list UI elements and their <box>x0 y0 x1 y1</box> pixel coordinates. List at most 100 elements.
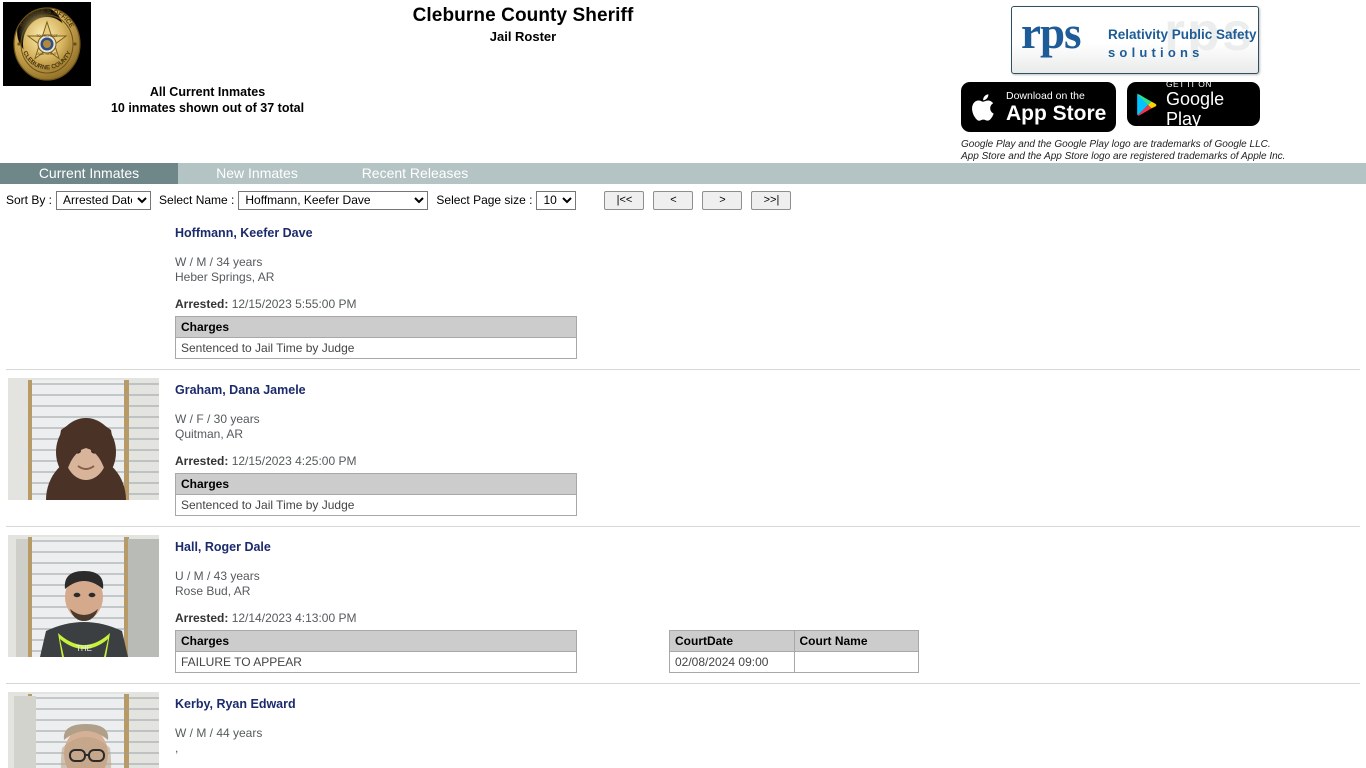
page-subtitle: Jail Roster <box>489 29 557 44</box>
mugshot-image[interactable] <box>8 692 159 768</box>
table-row: Sentenced to Jail Time by Judge <box>175 337 577 359</box>
charges-table: Charges FAILURE TO APPEAR <box>175 630 577 673</box>
mugshot-cell: THE <box>0 535 175 673</box>
page-header: SHERIFF'S OFFICE CLEBURNE COUNTY TO PROT… <box>0 0 1366 162</box>
charges-header: Charges <box>175 316 577 338</box>
trademark-line-2: App Store and the App Store logo are reg… <box>961 151 1286 162</box>
google-play-small-label: GET IT ON <box>1166 79 1212 89</box>
inmate-info: Kerby, Ryan EdwardW / M / 44 years,Arres… <box>175 692 1366 768</box>
inmate-info: Graham, Dana Jamele W / F / 30 years Quitm… <box>175 378 1366 516</box>
court-date-header: CourtDate <box>669 630 795 652</box>
inmate-name-link[interactable]: Hoffmann, Keefer Dave <box>175 226 313 241</box>
inmate-record: Hoffmann, Keefer Dave W / M / 34 years Heb… <box>0 213 1366 369</box>
record-tables: Charges FAILURE TO APPEAR CourtDate Court N… <box>175 630 1366 673</box>
arrested-label: Arrested: <box>175 454 229 468</box>
charge-cell: Sentenced to Jail Time by Judge <box>175 337 577 359</box>
inmate-record: Kerby, Ryan EdwardW / M / 44 years,Arres… <box>0 683 1366 768</box>
inmate-name-link[interactable]: Graham, Dana Jamele <box>175 383 306 398</box>
sort-by-select[interactable]: Arrested DateName <box>56 190 152 210</box>
page-title: Cleburne County Sheriff <box>412 5 634 26</box>
inmate-name-link[interactable]: Kerby, Ryan Edward <box>175 697 296 712</box>
inmate-record: THE Hall, Roger Dale U / M / 43 years Rose … <box>0 526 1366 683</box>
table-row: FAILURE TO APPEAR <box>175 651 577 673</box>
roster-scope-label: All Current Inmates <box>149 85 266 99</box>
inmate-info: Hall, Roger Dale U / M / 43 years Rose Bud… <box>175 535 1366 673</box>
inmate-count-block: All Current Inmates 10 inmates shown out… <box>0 84 415 116</box>
inmate-demographics: U / M / 43 years Rose Bud, AR <box>175 569 1366 598</box>
tab-current-inmates[interactable]: Current Inmates <box>0 163 178 184</box>
apple-logo-icon <box>972 93 994 121</box>
app-store-badge[interactable]: Download on the App Store <box>961 82 1116 132</box>
svg-text:THE: THE <box>76 644 92 653</box>
last-page-button[interactable]: >>| <box>751 190 792 210</box>
record-tables: Charges Sentenced to Jail Time by Judge <box>175 316 1366 359</box>
arrested-datetime: 12/15/2023 5:55:00 PM <box>231 297 357 311</box>
tab-new-inmates[interactable]: New Inmates <box>178 163 336 184</box>
google-play-text: GET IT ON Google Play <box>1166 79 1260 129</box>
inmate-roster-list: Hoffmann, Keefer Dave W / M / 34 years Heb… <box>0 213 1366 768</box>
select-name-label: Select Name : <box>159 193 235 207</box>
charge-cell: FAILURE TO APPEAR <box>175 651 577 673</box>
court-date-cell: 02/08/2024 09:00 <box>669 651 795 673</box>
mugshot-image[interactable] <box>8 378 159 500</box>
arrested-datetime: 12/15/2023 4:25:00 PM <box>231 454 357 468</box>
google-play-logo-icon <box>1137 93 1157 116</box>
record-tables: Charges Sentenced to Jail Time by Judge <box>175 473 1366 516</box>
jail-roster-page: SHERIFF'S OFFICE CLEBURNE COUNTY TO PROT… <box>0 0 1366 768</box>
inmate-arrested: Arrested: 12/15/2023 5:55:00 PM <box>175 297 1366 311</box>
court-dates-table: CourtDate Court Name 02/08/2024 09:00 <box>669 630 919 673</box>
app-store-big-label: App Store <box>1006 101 1107 125</box>
inmate-city: Rose Bud, AR <box>175 583 251 598</box>
sort-by-label: Sort By : <box>6 193 53 207</box>
mugshot-cell <box>0 692 175 768</box>
arrested-label: Arrested: <box>175 611 229 625</box>
inmate-demographics: W / M / 44 years, <box>175 726 1366 755</box>
charge-cell: Sentenced to Jail Time by Judge <box>175 494 577 516</box>
charges-table: Charges Sentenced to Jail Time by Judge <box>175 473 577 516</box>
page-size-label: Select Page size : <box>436 193 533 207</box>
previous-page-button[interactable]: < <box>653 190 694 210</box>
page-size-select[interactable]: 102550 <box>536 190 577 210</box>
inmate-name-link[interactable]: Hall, Roger Dale <box>175 540 271 555</box>
court-name-header: Court Name <box>793 630 919 652</box>
google-play-badge[interactable]: GET IT ON Google Play <box>1127 79 1260 129</box>
mugshot-cell <box>0 378 175 516</box>
charges-header: Charges <box>175 473 577 495</box>
inmate-record: Graham, Dana Jamele W / F / 30 years Quitm… <box>0 369 1366 526</box>
app-store-text: Download on the App Store <box>1006 90 1106 125</box>
inmate-info: Hoffmann, Keefer Dave W / M / 34 years Heb… <box>175 221 1366 359</box>
inmate-race-sex-age: W / M / 34 years <box>175 255 263 269</box>
select-name-select[interactable]: Hoffmann, Keefer DaveGraham, Dana Jamele… <box>238 190 429 210</box>
inmate-city: Quitman, AR <box>175 426 244 441</box>
rps-wordmark: rps <box>1021 8 1082 58</box>
trademark-line-1: Google Play and the Google Play logo are… <box>961 139 1271 150</box>
inmate-race-sex-age: W / M / 44 years <box>175 726 263 740</box>
arrested-datetime: 12/14/2023 4:13:00 PM <box>231 611 357 625</box>
first-page-button[interactable]: |<< <box>604 190 645 210</box>
page-title-block: Cleburne County Sheriff Jail Roster <box>0 5 1046 45</box>
mugshot-image[interactable]: THE <box>8 535 159 657</box>
court-name-cell <box>793 651 919 673</box>
trademark-notice: Google Play and the Google Play logo are… <box>961 139 1361 163</box>
inmate-demographics: W / F / 30 years Quitman, AR <box>175 412 1366 441</box>
rps-logo[interactable]: rps rps Relativity Public Safety solutio… <box>1011 6 1259 74</box>
inmate-city: , <box>175 740 179 755</box>
charges-table: Charges Sentenced to Jail Time by Judge <box>175 316 577 359</box>
tab-recent-releases[interactable]: Recent Releases <box>336 163 494 184</box>
roster-count-label: 10 inmates shown out of 37 total <box>110 101 305 115</box>
inmate-demographics: W / M / 34 years Heber Springs, AR <box>175 255 1366 284</box>
roster-controls: Sort By : Arrested DateName Select Name … <box>0 188 1366 212</box>
google-play-big-label: Google Play <box>1166 89 1225 129</box>
inmate-arrested: Arrested: 12/14/2023 4:13:00 PM <box>175 611 1366 625</box>
inmate-race-sex-age: U / M / 43 years <box>175 569 260 583</box>
app-store-small-label: Download on the <box>1006 89 1085 102</box>
inmate-race-sex-age: W / F / 30 years <box>175 412 260 426</box>
next-page-button[interactable]: > <box>702 190 743 210</box>
table-row: Sentenced to Jail Time by Judge <box>175 494 577 516</box>
charges-header: Charges <box>175 630 577 652</box>
inmate-arrested: Arrested: 12/15/2023 4:25:00 PM <box>175 454 1366 468</box>
inmate-city: Heber Springs, AR <box>175 269 275 284</box>
mugshot-cell <box>0 221 175 359</box>
roster-tab-bar: Current Inmates New Inmates Recent Relea… <box>0 163 1366 184</box>
arrested-label: Arrested: <box>175 297 229 311</box>
